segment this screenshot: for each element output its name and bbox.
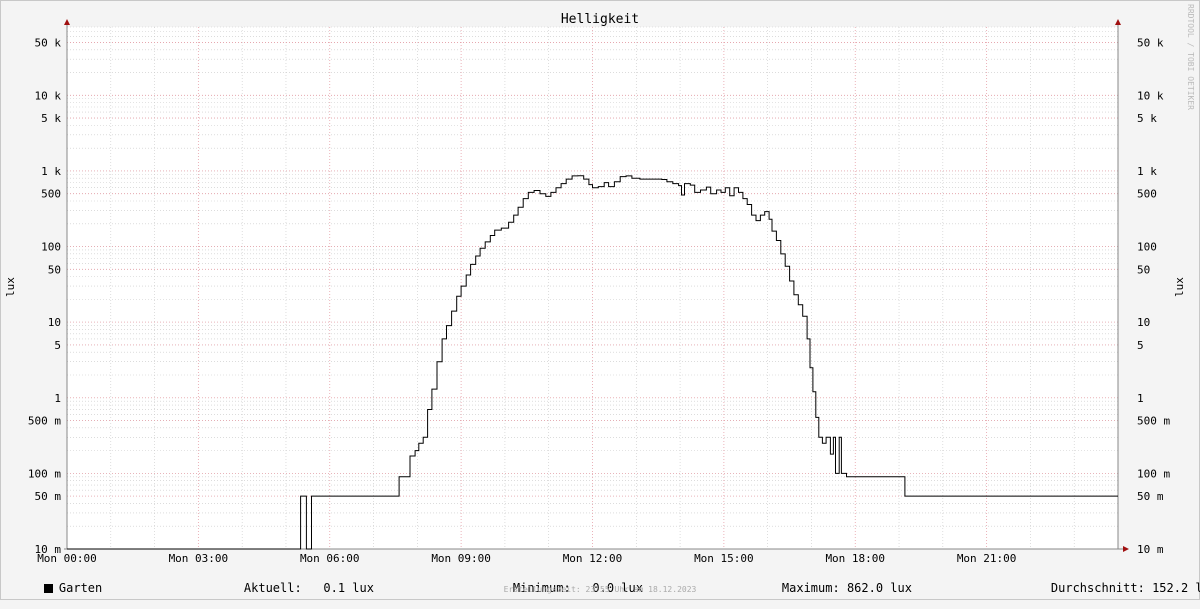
y-tick-label-right: 10 k: [1137, 89, 1164, 102]
grid-lines: [66, 26, 1118, 550]
y-tick-label-left: 100 m: [28, 467, 61, 480]
y-tick-label-right: 1: [1137, 392, 1144, 405]
y-tick-label-left: 1 k: [41, 165, 61, 178]
y-tick-label-left: 500: [41, 188, 61, 201]
x-tick-label: Mon 12:00: [563, 552, 623, 565]
y-tick-label-left: 5 k: [41, 112, 61, 125]
y-tick-label-left: 10: [48, 316, 61, 329]
y-tick-label-right: 5: [1137, 339, 1144, 352]
x-axis-arrow: [1123, 546, 1129, 552]
chart-title: Helligkeit: [561, 12, 639, 27]
y-tick-label-right: 10: [1137, 316, 1150, 329]
x-tick-label: Mon 15:00: [694, 552, 754, 565]
y-tick-label-right: 500: [1137, 188, 1157, 201]
y-axis-arrow-right: [1115, 19, 1121, 25]
y-tick-label-right: 100 m: [1137, 467, 1170, 480]
y-axis-arrow-left: [64, 19, 70, 25]
y-tick-label-right: 5 k: [1137, 112, 1157, 125]
y-tick-label-right: 50 k: [1137, 36, 1164, 49]
y-tick-label-left: 50: [48, 263, 61, 276]
y-tick-label-right: 1 k: [1137, 165, 1157, 178]
y-tick-label-left: 5: [54, 339, 61, 352]
x-tick-label: Mon 03:00: [169, 552, 229, 565]
x-tick-label: Mon 06:00: [300, 552, 360, 565]
y-tick-label-left: 500 m: [28, 415, 61, 428]
y-tick-label-right: 10 m: [1137, 543, 1164, 556]
y-tick-label-left: 100: [41, 241, 61, 254]
y-tick-label-right: 50: [1137, 263, 1150, 276]
x-tick-label: Mon 09:00: [431, 552, 491, 565]
y-tick-label-left: 10 k: [35, 89, 62, 102]
y-tick-label-left: 1: [54, 392, 61, 405]
y-tick-label-right: 50 m: [1137, 490, 1164, 503]
y-tick-label-left: 50 k: [35, 36, 62, 49]
chart-page: Helligkeit lux lux 10 m 10 m 50 m 50 m 100 m…: [0, 0, 1200, 600]
y-tick-label-right: 100: [1137, 241, 1157, 254]
chart-canvas: Helligkeit lux lux 10 m 10 m50 m 50 m100 m…: [4, 12, 1186, 565]
y-tick-label-left: 50 m: [35, 490, 62, 503]
x-tick-label: Mon 00:00: [37, 552, 97, 565]
y-axis-label-left: lux: [4, 277, 17, 297]
x-tick-label: Mon 18:00: [825, 552, 885, 565]
x-tick-label: Mon 21:00: [957, 552, 1017, 565]
y-tick-label-right: 500 m: [1137, 415, 1170, 428]
rrdtool-credit: RRDTOOL / TOBI OETIKER: [1186, 4, 1195, 110]
y-axis-label-right: lux: [1173, 277, 1186, 297]
creation-time-footer: Erstellungszeit: 23:55 Uhr am 18.12.2023: [503, 585, 697, 594]
